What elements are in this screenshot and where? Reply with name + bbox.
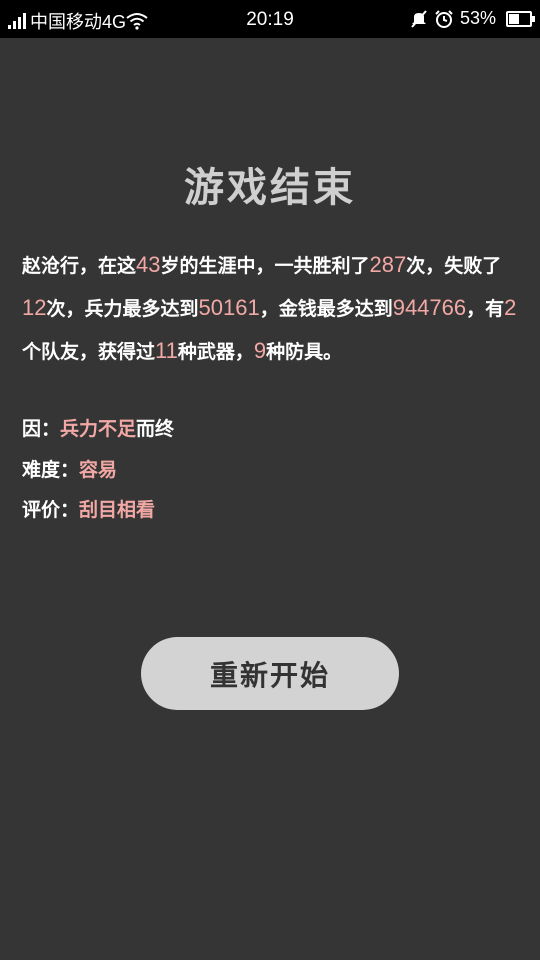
mute-icon: [411, 9, 427, 28]
status-right: 53%: [410, 8, 535, 29]
restart-button[interactable]: 重新开始: [141, 637, 399, 710]
summary-text: ，在这: [79, 255, 137, 277]
summary-text: 种武器，: [177, 341, 254, 363]
summary-text: 次，失败了: [406, 255, 502, 277]
summary-text: 种防具。: [266, 341, 343, 363]
weapons-value: 11: [155, 338, 178, 363]
difficulty-value: 容易: [79, 459, 118, 481]
rating-label: 评价：: [22, 499, 80, 521]
cause-label: 因：: [22, 418, 61, 440]
summary-text: 次，兵力最多达到: [46, 298, 199, 320]
summary-text: ，金钱最多达到: [259, 298, 393, 320]
career-summary: 赵沧行，在这43岁的生涯中，一共胜利了287次，失败了 12次，兵力最多达到501…: [22, 244, 518, 373]
battery-percent: 53%: [459, 8, 496, 28]
summary-text: 个队友，获得过: [22, 341, 156, 363]
difficulty-label: 难度：: [22, 459, 80, 481]
cause-value: 兵力不足: [60, 418, 137, 440]
wins-value: 287: [369, 252, 407, 277]
summary-text: ，有: [466, 298, 505, 320]
rating-row: 评价：刮目相看: [22, 495, 155, 522]
battery-icon: [506, 10, 535, 27]
summary-text: 岁的生涯中，一共胜利了: [160, 255, 370, 277]
player-name: 赵沧行: [22, 255, 80, 277]
teammates-value: 2: [504, 295, 517, 320]
max-money-value: 944766: [392, 295, 467, 320]
difficulty-row: 难度：容易: [22, 455, 117, 482]
page-title: 游戏结束: [184, 164, 356, 211]
alarm-icon: [435, 9, 453, 28]
age-value: 43: [136, 252, 161, 277]
cause-suffix: 而终: [136, 418, 175, 440]
status-bar: 中国移动4G 20:19 53%: [0, 0, 540, 38]
armors-value: 9: [253, 338, 267, 363]
rating-value: 刮目相看: [79, 499, 156, 521]
max-troops-value: 50161: [198, 295, 260, 320]
losses-value: 12: [22, 295, 47, 320]
cause-row: 因：兵力不足而终: [22, 414, 174, 441]
